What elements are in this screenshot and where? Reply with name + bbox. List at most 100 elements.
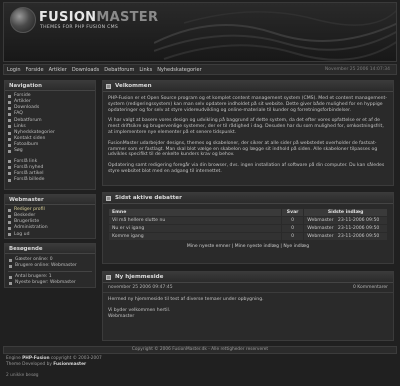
panel-icon <box>106 84 111 89</box>
topic-link[interactable]: Nu er vi igang <box>108 224 282 233</box>
last-post-date: 23-11-2006 09:50 <box>337 218 380 223</box>
bullet-icon <box>8 100 11 104</box>
sidebar-item-label: Forslå billede <box>14 177 45 183</box>
engine-prefix: Engine <box>6 356 21 361</box>
navigation-panel-title: Navigation <box>5 81 95 91</box>
table-row: Vil må hellere slutte nu 0 Webmaster 23-… <box>108 216 388 225</box>
sidebar-item-log-ud[interactable]: Log ud <box>8 232 95 238</box>
members-online-text: Brugere online: Webmaster <box>15 263 77 268</box>
replies-count: 0 <box>280 232 305 241</box>
site-header: FUSIONMASTER THEMES FOR PHP FUSION CMS <box>3 2 397 62</box>
welcome-body: PHP-Fusion er et Open Source program og … <box>103 92 393 184</box>
last-post-date: 23-11-2006 09:50 <box>337 234 380 239</box>
nav-nyhedskategorier[interactable]: Nyhedskategorier <box>157 67 201 73</box>
forum-panel-header: Sidst aktive debatter <box>103 193 393 204</box>
panel-icon <box>106 275 111 280</box>
nav-debatforum[interactable]: Debatforum <box>104 67 134 73</box>
forum-links: Mine nyeste emner | Mine nyeste indlæg |… <box>186 244 310 249</box>
forum-table: Emne Svar Sidste indlæg Vil må hellere s… <box>108 208 388 241</box>
navigation-panel: Navigation Forside Artikler Downloads FA… <box>4 80 96 190</box>
news-text-1: Hermed ny hjemmeside til test af diverse… <box>108 297 264 302</box>
header-topic: Emne <box>108 208 282 217</box>
sidebar-item-forsla-billede[interactable]: Forslå billede <box>8 177 95 183</box>
new-posts-link[interactable]: Nye indlæg <box>283 244 309 249</box>
theme-credit: Theme Developed by Fusionmaster <box>6 362 102 368</box>
last-post-cell: Webmaster 23-11-2006 09:50 <box>303 224 388 233</box>
last-post-user[interactable]: Webmaster <box>307 234 333 239</box>
nav-artikler[interactable]: Artikler <box>49 67 67 73</box>
my-topics-link[interactable]: Mine nyeste emner <box>187 244 230 249</box>
bullet-icon <box>9 264 12 268</box>
news-title[interactable]: Ny hjemmeside <box>115 274 163 280</box>
header-last-post: Sidste indlæg <box>303 208 388 217</box>
bullet-icon <box>8 113 11 117</box>
welcome-paragraph-2: Vi har valgt at basere vores design og u… <box>108 118 384 135</box>
last-post-user[interactable]: Webmaster <box>307 226 333 231</box>
forum-table-wrap: Emne Svar Sidste indlæg Vil må hellere s… <box>103 204 393 241</box>
bullet-icon <box>9 275 12 279</box>
news-meta: november 25 2006 09:47:45 0 Kommentarer <box>103 283 393 293</box>
last-post-user[interactable]: Webmaster <box>307 218 333 223</box>
bullet-icon <box>9 281 12 285</box>
news-comments-link[interactable]: 0 Kommentarer <box>353 285 388 290</box>
bullet-icon <box>8 220 11 224</box>
my-posts-link[interactable]: Mine nyeste indlæg <box>235 244 279 249</box>
bullet-icon <box>8 233 11 237</box>
visitors-panel: Besøgende Gæster online: 0 Brugere onlin… <box>4 243 96 288</box>
last-post-date: 23-11-2006 09:50 <box>337 226 380 231</box>
news-body: Hermed ny hjemmeside til test af diverse… <box>103 293 393 323</box>
sidebar-item-label: Søg <box>14 148 23 154</box>
bullet-icon <box>8 178 11 182</box>
bullet-icon <box>8 125 11 129</box>
welcome-panel-header: Velkommen <box>103 81 393 92</box>
visit-counter: 2 unikke besøg <box>6 373 39 378</box>
logo-title-main: FUSION <box>39 10 97 25</box>
webmaster-list: Rediger profil Beskeder Brugerliste Admi… <box>5 205 95 240</box>
table-row: Komme igang 0 Webmaster 23-11-2006 09:50 <box>108 232 388 241</box>
engine-link[interactable]: PHP-Fusion <box>22 356 49 361</box>
bullet-icon <box>9 258 12 262</box>
panel-icon <box>106 196 111 201</box>
header-wave-graphic <box>154 9 396 61</box>
site-subtitle: THEMES FOR PHP FUSION CMS <box>40 25 119 30</box>
logo-title-accent: MASTER <box>96 10 159 25</box>
forum-title: Sidst aktive debatter <box>115 195 182 201</box>
nav-login[interactable]: Login <box>7 67 21 73</box>
news-panel-header: Ny hjemmeside <box>103 272 393 283</box>
nav-forside[interactable]: Forside <box>26 67 44 73</box>
bullet-icon <box>8 208 11 212</box>
theme-prefix: Theme Developed by <box>6 361 52 367</box>
nav-links[interactable]: Links <box>139 67 152 73</box>
forum-panel: Sidst aktive debatter Emne Svar Sidste i… <box>102 192 394 264</box>
topic-link[interactable]: Komme igang <box>108 232 282 241</box>
bullet-icon <box>8 137 11 141</box>
webmaster-panel-title: Webmaster <box>5 195 95 205</box>
engine-suffix: copyright © 2003-2007 <box>50 356 102 361</box>
webmaster-panel: Webmaster Rediger profil Beskeder Bruger… <box>4 194 96 239</box>
welcome-panel: Velkommen PHP-Fusion er et Open Source p… <box>102 80 394 186</box>
topic-link[interactable]: Vil må hellere slutte nu <box>108 216 282 225</box>
bullet-icon <box>8 106 11 110</box>
bullet-icon <box>8 160 11 164</box>
visitors-divider <box>8 271 92 272</box>
welcome-paragraph-1: PHP-Fusion er et Open Source program og … <box>108 96 388 113</box>
welcome-paragraph-4: Opdatering samt redigering foregår via d… <box>108 163 385 174</box>
forum-table-header: Emne Svar Sidste indlæg <box>108 208 388 217</box>
bullet-icon <box>8 227 11 231</box>
bullet-icon <box>8 119 11 123</box>
members-online: Brugere online: Webmaster <box>5 263 95 269</box>
last-post-cell: Webmaster 23-11-2006 09:50 <box>303 216 388 225</box>
top-navigation: Login Forside Artikler Downloads Debatfo… <box>3 64 397 75</box>
site-logo-title[interactable]: FUSIONMASTER <box>39 10 158 25</box>
nav-downloads[interactable]: Downloads <box>72 67 99 73</box>
bullet-icon <box>8 94 11 98</box>
news-panel: Ny hjemmeside november 25 2006 09:47:45 … <box>102 271 394 341</box>
news-date: november 25 2006 09:47:45 <box>108 285 173 290</box>
newest-member-text: Nyeste bruger: Webmaster <box>15 280 76 285</box>
header-replies: Svar <box>280 208 305 217</box>
bullet-icon <box>8 166 11 170</box>
replies-count: 0 <box>280 216 305 225</box>
logo-icon <box>10 7 36 33</box>
theme-author-link[interactable]: Fusionmaster <box>53 362 86 367</box>
bullet-icon <box>8 214 11 218</box>
